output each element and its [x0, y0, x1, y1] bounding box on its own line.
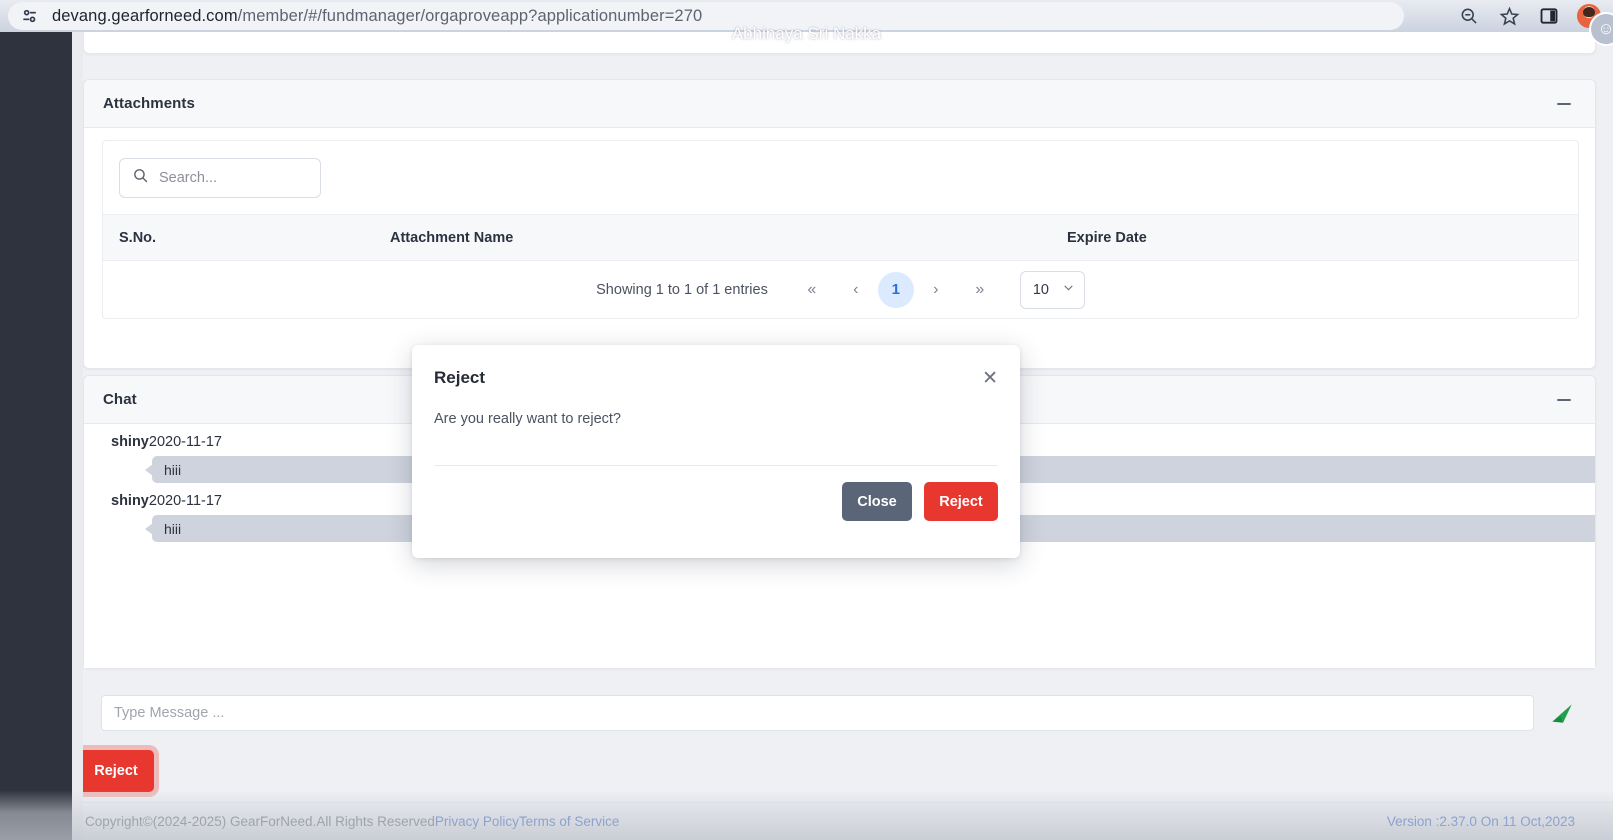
- footer-copyright-text: Copyright©(2024-2025) GearForNeed.All Ri…: [85, 814, 435, 829]
- minus-icon-bar: [1557, 398, 1571, 401]
- minus-icon[interactable]: [1553, 389, 1575, 411]
- attachments-table: S.No. Attachment Name Expire Date Showin…: [102, 140, 1579, 319]
- pagination-page-1[interactable]: 1: [877, 271, 914, 308]
- reject-modal-header: Reject ✕: [412, 345, 1020, 411]
- modal-close-button[interactable]: Close: [842, 482, 912, 521]
- terms-of-service-link[interactable]: Terms of Service: [519, 814, 620, 829]
- sidebar-collapsed[interactable]: [0, 32, 72, 840]
- attachments-table-header: S.No. Attachment Name Expire Date: [103, 214, 1578, 261]
- reject-modal: Reject ✕ Are you really want to reject? …: [412, 345, 1020, 558]
- chevron-down-icon: [1062, 281, 1075, 298]
- column-header-attachment-name: Attachment Name: [390, 229, 514, 246]
- send-plane-icon[interactable]: [1542, 693, 1582, 733]
- content-gutter: [72, 32, 83, 840]
- column-header-expire-date: Expire Date: [1067, 229, 1147, 246]
- screenshot-root: Attachments Search... S.No. Attachment N…: [0, 0, 1613, 840]
- attachments-pagination: Showing 1 to 1 of 1 entries « ‹ 1 › » 10: [103, 261, 1578, 318]
- attachments-card-header: Attachments: [84, 80, 1595, 128]
- close-icon[interactable]: ✕: [982, 369, 998, 388]
- minus-icon[interactable]: [1553, 93, 1575, 115]
- reject-modal-title: Reject: [434, 368, 486, 387]
- chat-title: Chat: [103, 391, 137, 408]
- reject-modal-footer: Close Reject: [412, 466, 1020, 521]
- url-path: /member/#/fundmanager/orgaproveapp?appli…: [237, 6, 703, 25]
- page-size-select[interactable]: 10: [1019, 270, 1085, 309]
- search-box[interactable]: [119, 157, 321, 198]
- attachments-title: Attachments: [103, 95, 195, 112]
- privacy-policy-link[interactable]: Privacy Policy: [435, 814, 519, 829]
- pagination-next[interactable]: ›: [914, 272, 958, 308]
- reject-modal-message: Are you really want to reject?: [434, 411, 621, 427]
- footer-copyright: Copyright©(2024-2025) GearForNeed.All Ri…: [83, 814, 619, 829]
- search-input[interactable]: [159, 169, 299, 186]
- message-input[interactable]: [101, 695, 1534, 731]
- column-header-sno: S.No.: [119, 229, 157, 246]
- modal-reject-button[interactable]: Reject: [924, 482, 998, 521]
- url-host: devang.gearforneed.com: [52, 6, 238, 25]
- chat-compose-row: [83, 683, 1596, 743]
- search-icon: [132, 167, 149, 189]
- footer-version: Version :2.37.0 On 11 Oct,2023: [1386, 814, 1575, 829]
- chat-message-author: shiny: [111, 493, 149, 509]
- reject-button[interactable]: Reject: [78, 750, 154, 792]
- pagination-last[interactable]: »: [958, 272, 1002, 308]
- attachments-search-row: [103, 141, 1578, 214]
- reject-modal-body: Are you really want to reject?: [412, 411, 1020, 427]
- screen-recording-name-watermark: Abhinaya Sri Nakka: [731, 24, 882, 43]
- pagination-first[interactable]: «: [790, 272, 834, 308]
- attachments-card: Attachments Search... S.No. Attachment N…: [83, 79, 1596, 369]
- url-text: devang.gearforneed.com/member/#/fundmana…: [52, 7, 702, 26]
- footer: Copyright©(2024-2025) GearForNeed.All Ri…: [83, 802, 1613, 840]
- chat-message-date: 2020-11-17: [148, 434, 222, 450]
- chat-message-author: shiny: [111, 434, 149, 450]
- chat-message-date: 2020-11-17: [148, 493, 222, 509]
- minus-icon-bar: [1557, 102, 1571, 105]
- pagination-info: Showing 1 to 1 of 1 entries: [596, 281, 768, 298]
- page-actions: Reject: [78, 750, 154, 792]
- pagination-prev[interactable]: ‹: [834, 272, 878, 308]
- page-size-value: 10: [1032, 281, 1049, 298]
- site-settings-icon[interactable]: [20, 6, 40, 26]
